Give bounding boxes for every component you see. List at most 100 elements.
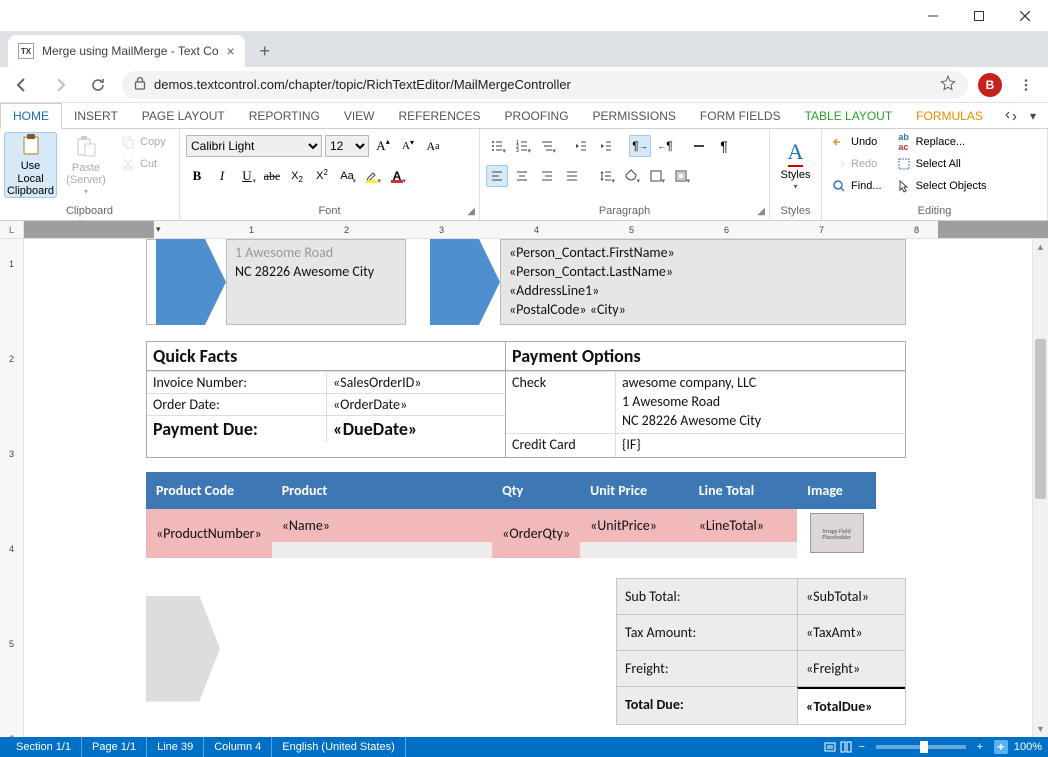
sender-address-box[interactable]: 1 Awesome Road NC 28226 Awesome City — [226, 239, 406, 325]
scroll-down-icon[interactable]: ▼ — [1033, 721, 1048, 737]
zoom-level[interactable]: 100% — [1014, 741, 1042, 753]
ribbon-tab-references[interactable]: REFERENCES — [387, 103, 493, 128]
window-maximize-button[interactable] — [956, 0, 1002, 32]
tot-v2[interactable]: «Freight» — [797, 651, 905, 686]
increase-indent-icon[interactable] — [595, 135, 617, 157]
tot-v0[interactable]: «SubTotal» — [797, 579, 905, 614]
select-all-button[interactable]: Select All — [891, 154, 992, 174]
ribbon-collapse-caret-icon[interactable]: ▾ — [1024, 107, 1042, 125]
italic-icon[interactable]: I — [211, 165, 233, 187]
nav-reload-button[interactable] — [84, 71, 112, 99]
quick-facts-table[interactable]: Quick Facts Invoice Number:«SalesOrderID… — [146, 341, 506, 458]
grow-font-icon[interactable]: A▴ — [372, 135, 394, 157]
status-section[interactable]: Section 1/1 — [6, 737, 82, 757]
text-case-icon[interactable]: Aa▾ — [336, 165, 358, 187]
status-column[interactable]: Column 4 — [204, 737, 272, 757]
decrease-indent-icon[interactable] — [570, 135, 592, 157]
cell-image[interactable]: Image Field Placeholder — [797, 509, 876, 558]
window-minimize-button[interactable] — [910, 0, 956, 32]
select-objects-button[interactable]: Select Objects — [891, 176, 992, 196]
pentagon-shape-right[interactable] — [430, 239, 500, 325]
zoom-slider[interactable] — [876, 745, 966, 749]
cell-qty[interactable]: «OrderQty» — [492, 509, 580, 558]
align-justify-icon[interactable] — [561, 165, 583, 187]
zoom-in-button[interactable]: + — [972, 741, 988, 753]
copy-button[interactable]: Copy — [115, 132, 175, 152]
new-tab-button[interactable]: + — [251, 37, 279, 65]
align-right-icon[interactable] — [536, 165, 558, 187]
ribbon-tab-proofing[interactable]: PROOFING — [493, 103, 581, 128]
pentagon-shape-ghost[interactable] — [146, 596, 220, 702]
scroll-thumb[interactable] — [1035, 339, 1046, 499]
field-firstname[interactable]: «Person_Contact.FirstName» — [509, 244, 897, 263]
tot-v1[interactable]: «TaxAmt» — [797, 615, 905, 650]
bold-icon[interactable]: B — [186, 165, 208, 187]
items-table[interactable]: Product Code Product Qty Unit Price Line… — [146, 472, 876, 558]
numbering-icon[interactable]: 123▾ — [511, 135, 533, 157]
styles-button[interactable]: A Styles ▾ — [776, 132, 816, 198]
rtl-direction-icon[interactable]: ←¶ — [654, 135, 676, 157]
cell-unit[interactable]: «UnitPrice» — [580, 509, 689, 542]
zoom-out-button[interactable]: − — [854, 741, 870, 753]
ribbon-tab-insert[interactable]: INSERT — [62, 103, 130, 128]
font-size-select[interactable]: 12 — [325, 135, 369, 157]
multilevel-list-icon[interactable]: ▾ — [536, 135, 558, 157]
ruler-marker-left-icon[interactable]: ▾ — [156, 221, 161, 238]
undo-button[interactable]: Undo — [826, 132, 887, 152]
recipient-address-box[interactable]: «Person_Contact.FirstName» «Person_Conta… — [500, 239, 906, 325]
po-cc-v[interactable]: {IF} — [616, 434, 905, 457]
qf-big-v[interactable]: «DueDate» — [327, 416, 505, 442]
tab-close-icon[interactable]: × — [227, 43, 235, 59]
change-case-icon[interactable]: Aa — [422, 135, 444, 157]
use-local-clipboard-button[interactable]: Use Local Clipboard — [4, 132, 57, 198]
superscript-icon[interactable]: X2 — [311, 165, 333, 187]
window-close-button[interactable] — [1002, 0, 1048, 32]
zoom-slider-knob[interactable] — [920, 741, 928, 753]
ribbon-tab-page-layout[interactable]: PAGE LAYOUT — [130, 103, 237, 128]
field-addressline1[interactable]: «AddressLine1» — [509, 282, 897, 301]
qf-v0[interactable]: «SalesOrderID» — [327, 372, 505, 393]
ribbon-tab-reporting[interactable]: REPORTING — [237, 103, 332, 128]
status-line[interactable]: Line 39 — [147, 737, 204, 757]
align-center-icon[interactable] — [511, 165, 533, 187]
ribbon-tab-view[interactable]: VIEW — [332, 103, 387, 128]
nav-back-button[interactable] — [8, 71, 36, 99]
field-postal-city[interactable]: «PostalCode» «City» — [509, 301, 897, 320]
payment-options-table[interactable]: Payment Options Check awesome company, L… — [506, 341, 906, 458]
cell-line[interactable]: «LineTotal» — [689, 509, 798, 542]
tot-bold-v[interactable]: «TotalDue» — [797, 687, 905, 724]
star-icon[interactable] — [940, 75, 956, 94]
ruler-vertical[interactable]: 1 2 3 4 5 6 — [0, 239, 24, 737]
strikethrough-icon[interactable]: abe — [261, 165, 283, 187]
ruler-corner-icon[interactable]: L — [0, 221, 24, 238]
scroll-up-icon[interactable]: ▲ — [1033, 239, 1048, 255]
ruler-horizontal[interactable]: L ▾ 1 2 3 4 5 6 7 8 — [0, 221, 1048, 239]
ribbon-tab-home[interactable]: HOME — [0, 103, 62, 129]
field-lastname[interactable]: «Person_Contact.LastName» — [509, 263, 897, 282]
cell-code[interactable]: «ProductNumber» — [146, 509, 272, 558]
subscript-icon[interactable]: X2 — [286, 165, 308, 187]
status-page[interactable]: Page 1/1 — [82, 737, 147, 757]
ribbon-tab-formulas[interactable]: FORMULAS — [904, 103, 995, 128]
profile-avatar[interactable]: B — [978, 73, 1002, 97]
ribbon-tab-form-fields[interactable]: FORM FIELDS — [688, 103, 793, 128]
replace-button[interactable]: abacReplace... — [891, 132, 992, 152]
ribbon-expand-icon[interactable] — [1002, 107, 1020, 125]
underline-icon[interactable]: U▾ — [236, 165, 258, 187]
redo-button[interactable]: Redo — [826, 154, 887, 174]
shrink-font-icon[interactable]: A▾ — [397, 135, 419, 157]
ribbon-tab-permissions[interactable]: PERMISSIONS — [581, 103, 688, 128]
nav-forward-button[interactable] — [46, 71, 74, 99]
track-changes-icon[interactable] — [822, 739, 838, 755]
find-button[interactable]: Find... — [826, 176, 887, 196]
ribbon-tab-table-layout[interactable]: TABLE LAYOUT — [793, 103, 905, 128]
totals-table[interactable]: Sub Total:«SubTotal» Tax Amount:«TaxAmt»… — [616, 578, 906, 725]
document-area[interactable]: 1 Awesome Road NC 28226 Awesome City «Pe… — [24, 239, 1032, 737]
font-name-select[interactable]: Calibri Light — [186, 135, 322, 157]
highlight-color-icon[interactable]: ▾ — [361, 165, 383, 187]
paste-server-button[interactable]: Paste (Server)▾ — [61, 132, 111, 198]
status-language[interactable]: English (United States) — [272, 737, 406, 757]
zoom-fit-button[interactable]: + — [994, 740, 1008, 754]
font-color-icon[interactable]: A▾ — [386, 165, 408, 187]
view-mode-icon[interactable] — [838, 739, 854, 755]
